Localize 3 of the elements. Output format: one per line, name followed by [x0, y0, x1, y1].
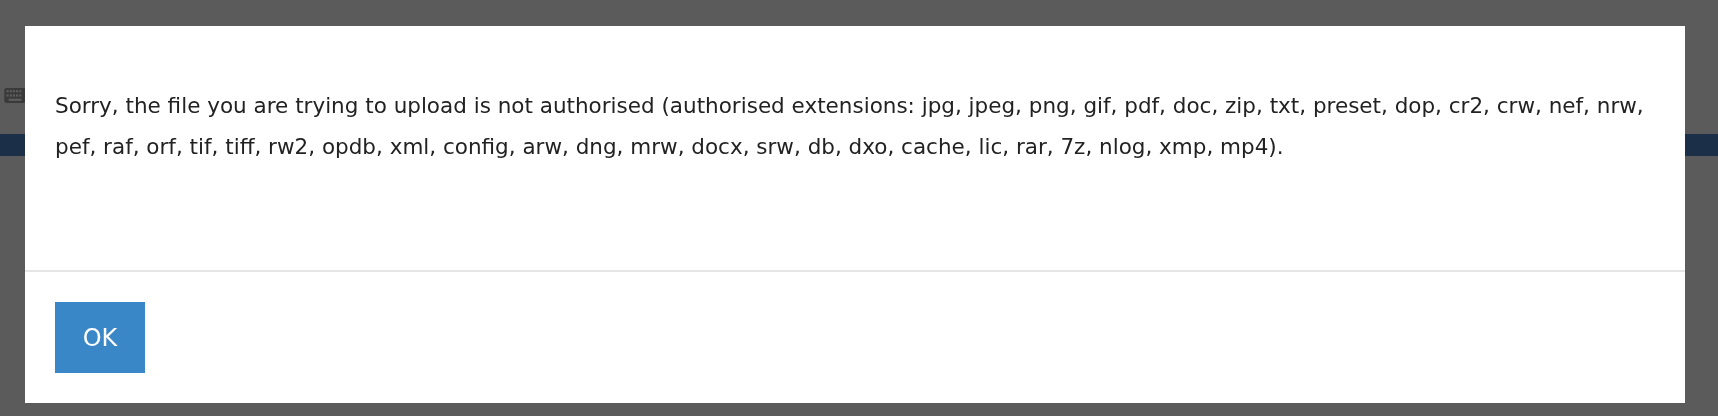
- ok-button[interactable]: OK: [55, 302, 145, 373]
- keyboard-icon: [4, 88, 26, 103]
- error-message: Sorry, the file you are trying to upload is not authorised (authorised extensions: jpg, jpeg, png, gif, pdf, doc, zip, txt, preset, dop, cr2, crw, nef, nrw, pef, raf, orf, tif, tiff, rw2, opdb, xml, config, arw, dng, mrw, docx, srw, db, dxo, cache, lic, rar, 7z, nlog, xmp, mp4).: [55, 92, 1645, 161]
